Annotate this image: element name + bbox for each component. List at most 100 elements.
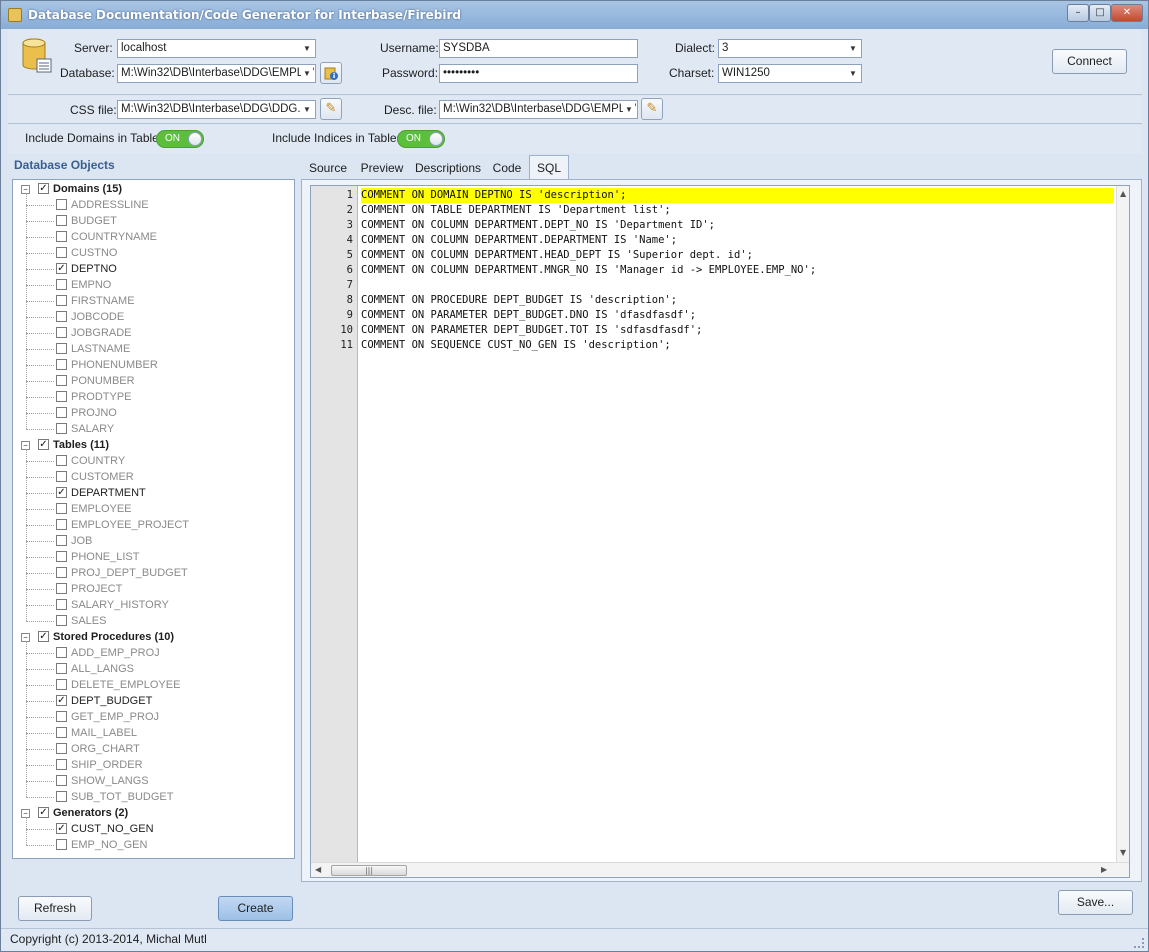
- item-checkbox[interactable]: [56, 279, 67, 290]
- item-checkbox[interactable]: [56, 295, 67, 306]
- include-domains-toggle[interactable]: ON: [156, 130, 204, 148]
- tree-item[interactable]: PHONENUMBER: [13, 357, 293, 373]
- item-checkbox[interactable]: [56, 679, 67, 690]
- item-checkbox[interactable]: [56, 775, 67, 786]
- item-checkbox[interactable]: ✓: [56, 263, 67, 274]
- item-checkbox[interactable]: [56, 615, 67, 626]
- tree-item[interactable]: SUB_TOT_BUDGET: [13, 789, 293, 805]
- tree-item[interactable]: SALARY_HISTORY: [13, 597, 293, 613]
- database-select[interactable]: M:\Win32\DB\Interbase\DDG\EMPLO' ▼: [117, 64, 316, 83]
- item-checkbox[interactable]: [56, 551, 67, 562]
- tree-item[interactable]: ✓ CUST_NO_GEN: [13, 821, 293, 837]
- tree-item[interactable]: EMPLOYEE_PROJECT: [13, 517, 293, 533]
- tree-item[interactable]: PRODTYPE: [13, 389, 293, 405]
- tree-item[interactable]: BUDGET: [13, 213, 293, 229]
- title-bar[interactable]: Database Documentation/Code Generator fo…: [1, 1, 1148, 29]
- tree-item[interactable]: MAIL_LABEL: [13, 725, 293, 741]
- tree-group[interactable]: − ✓ Stored Procedures (10): [13, 629, 293, 645]
- tree-item[interactable]: EMP_NO_GEN: [13, 837, 293, 853]
- item-checkbox[interactable]: [56, 215, 67, 226]
- group-checkbox[interactable]: ✓: [38, 807, 49, 818]
- item-checkbox[interactable]: [56, 199, 67, 210]
- connect-button[interactable]: Connect: [1052, 49, 1127, 74]
- item-checkbox[interactable]: ✓: [56, 695, 67, 706]
- item-checkbox[interactable]: [56, 375, 67, 386]
- refresh-button[interactable]: Refresh: [18, 896, 92, 921]
- tree-item[interactable]: CUSTNO: [13, 245, 293, 261]
- tree-item[interactable]: PROJECT: [13, 581, 293, 597]
- item-checkbox[interactable]: [56, 359, 67, 370]
- database-info-button[interactable]: [320, 62, 342, 84]
- tree-item[interactable]: PROJ_DEPT_BUDGET: [13, 565, 293, 581]
- scroll-down-icon[interactable]: ▼: [1120, 848, 1126, 857]
- horizontal-scroll-thumb[interactable]: |||: [331, 865, 407, 876]
- item-checkbox[interactable]: [56, 567, 67, 578]
- server-select[interactable]: localhost ▼: [117, 39, 316, 58]
- group-checkbox[interactable]: ✓: [38, 439, 49, 450]
- item-checkbox[interactable]: [56, 839, 67, 850]
- tree-item[interactable]: ORG_CHART: [13, 741, 293, 757]
- css-file-select[interactable]: M:\Win32\DB\Interbase\DDG\DDG.cs ▼: [117, 100, 316, 119]
- tree-item[interactable]: JOBCODE: [13, 309, 293, 325]
- item-checkbox[interactable]: [56, 327, 67, 338]
- item-checkbox[interactable]: [56, 519, 67, 530]
- item-checkbox[interactable]: [56, 311, 67, 322]
- close-button[interactable]: ✕: [1111, 4, 1143, 22]
- tree-item[interactable]: PONUMBER: [13, 373, 293, 389]
- tree-item[interactable]: DELETE_EMPLOYEE: [13, 677, 293, 693]
- tree-item[interactable]: SHOW_LANGS: [13, 773, 293, 789]
- group-checkbox[interactable]: ✓: [38, 183, 49, 194]
- tab-preview[interactable]: Preview: [355, 156, 409, 180]
- tree-item[interactable]: JOB: [13, 533, 293, 549]
- item-checkbox[interactable]: [56, 583, 67, 594]
- item-checkbox[interactable]: [56, 503, 67, 514]
- tree-item[interactable]: COUNTRY: [13, 453, 293, 469]
- tree-item[interactable]: FIRSTNAME: [13, 293, 293, 309]
- tree-item[interactable]: PHONE_LIST: [13, 549, 293, 565]
- scroll-left-icon[interactable]: ◀: [315, 865, 321, 874]
- tree-item[interactable]: LASTNAME: [13, 341, 293, 357]
- tree-group[interactable]: − ✓ Domains (15): [13, 181, 293, 197]
- tab-code[interactable]: Code: [487, 156, 527, 180]
- group-checkbox[interactable]: ✓: [38, 631, 49, 642]
- tab-sql[interactable]: SQL: [529, 155, 569, 180]
- include-indices-toggle[interactable]: ON: [397, 130, 445, 148]
- tree-item[interactable]: SALARY: [13, 421, 293, 437]
- tree-item[interactable]: EMPLOYEE: [13, 501, 293, 517]
- desc-edit-button[interactable]: ✎: [641, 98, 663, 120]
- item-checkbox[interactable]: [56, 455, 67, 466]
- item-checkbox[interactable]: [56, 391, 67, 402]
- horizontal-scrollbar[interactable]: ◀ ||| ▶: [311, 862, 1129, 877]
- item-checkbox[interactable]: [56, 535, 67, 546]
- item-checkbox[interactable]: [56, 343, 67, 354]
- item-checkbox[interactable]: ✓: [56, 823, 67, 834]
- desc-file-select[interactable]: M:\Win32\DB\Interbase\DDG\EMPLO' ▼: [439, 100, 638, 119]
- save-button[interactable]: Save...: [1058, 890, 1133, 915]
- item-checkbox[interactable]: ✓: [56, 487, 67, 498]
- tree-item[interactable]: EMPNO: [13, 277, 293, 293]
- minimize-button[interactable]: –: [1067, 4, 1089, 22]
- username-input[interactable]: SYSDBA: [439, 39, 638, 58]
- tree-item[interactable]: ✓ DEPARTMENT: [13, 485, 293, 501]
- tree-item[interactable]: SHIP_ORDER: [13, 757, 293, 773]
- item-checkbox[interactable]: [56, 471, 67, 482]
- scroll-up-icon[interactable]: ▲: [1120, 189, 1126, 198]
- item-checkbox[interactable]: [56, 247, 67, 258]
- tree-group[interactable]: − ✓ Generators (2): [13, 805, 293, 821]
- maximize-button[interactable]: □: [1089, 4, 1111, 22]
- tree-item[interactable]: ✓ DEPTNO: [13, 261, 293, 277]
- item-checkbox[interactable]: [56, 231, 67, 242]
- dialect-select[interactable]: 3 ▼: [718, 39, 862, 58]
- tree-item[interactable]: ✓ DEPT_BUDGET: [13, 693, 293, 709]
- item-checkbox[interactable]: [56, 759, 67, 770]
- item-checkbox[interactable]: [56, 407, 67, 418]
- item-checkbox[interactable]: [56, 711, 67, 722]
- item-checkbox[interactable]: [56, 423, 67, 434]
- tree-item[interactable]: COUNTRYNAME: [13, 229, 293, 245]
- charset-select[interactable]: WIN1250 ▼: [718, 64, 862, 83]
- password-input[interactable]: •••••••••: [439, 64, 638, 83]
- sql-editor[interactable]: 1 2 3 4 5 6 7 8 9 10 11 COMMENT ON DOMAIN DEPTNO I…: [310, 185, 1130, 878]
- item-checkbox[interactable]: [56, 727, 67, 738]
- tree-item[interactable]: PROJNO: [13, 405, 293, 421]
- tree-item[interactable]: GET_EMP_PROJ: [13, 709, 293, 725]
